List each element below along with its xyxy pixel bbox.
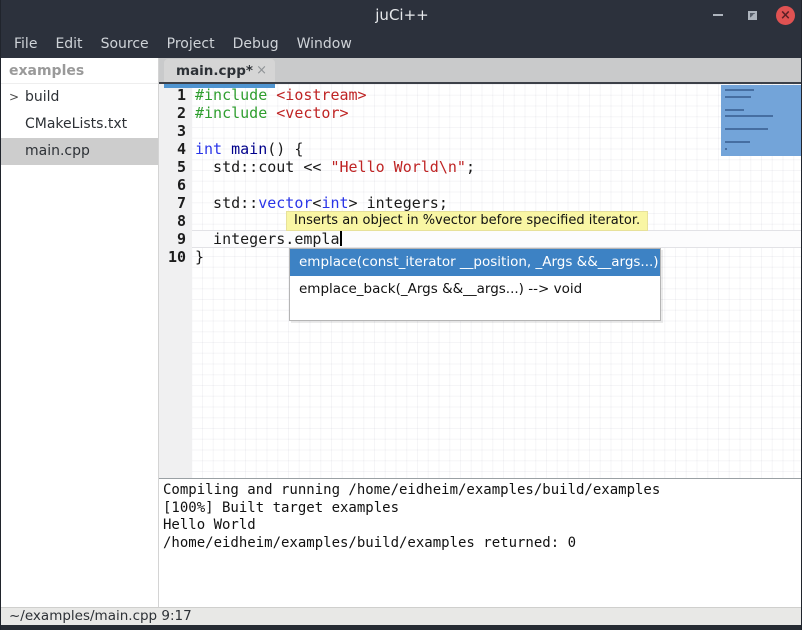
tab-bar: main.cpp* × [159, 58, 802, 84]
restore-icon [748, 11, 757, 20]
tab-label: main.cpp* [176, 63, 253, 79]
code-text: std::cout << "Hello World\n"; [192, 158, 802, 176]
code-line-1[interactable]: 1#include <iostream> [159, 86, 802, 104]
code-line-5[interactable]: 5 std::cout << "Hello World\n"; [159, 158, 802, 176]
code-line-3[interactable]: 3 [159, 122, 802, 140]
line-number: 10 [159, 248, 192, 266]
tab-main-cpp[interactable]: main.cpp* × [164, 59, 275, 82]
tree-item-label: main.cpp [25, 143, 90, 159]
code-text [192, 176, 802, 194]
status-file-position: ~/examples/main.cpp 9:17 [9, 608, 192, 624]
active-tab-indicator [164, 84, 275, 88]
minimap-overview[interactable] [721, 85, 802, 156]
minimize-button[interactable] [708, 5, 728, 25]
main-area: main.cpp* × 1#include <iostream>2#includ… [159, 58, 802, 607]
code-line-2[interactable]: 2#include <vector> [159, 104, 802, 122]
tree-item-main-cpp[interactable]: main.cpp [1, 138, 158, 165]
line-number: 7 [159, 194, 192, 212]
code-text: std::vector<int> integers; [192, 194, 802, 212]
text-cursor [340, 231, 342, 246]
code-text: #include <iostream> [192, 86, 802, 104]
project-name: examples [1, 58, 158, 84]
line-number: 9 [159, 230, 192, 248]
minimap-code-line [725, 148, 727, 150]
tab-close-icon[interactable]: × [256, 63, 267, 78]
file-tree-panel[interactable]: examples > build CMakeLists.txt main.cpp [1, 58, 159, 607]
close-button[interactable]: × [776, 6, 795, 25]
build-terminal[interactable]: Compiling and running /home/eidheim/exam… [159, 479, 802, 607]
restore-button[interactable] [742, 5, 762, 25]
tree-item-label: build [25, 89, 59, 105]
window-bottom-border [1, 625, 802, 630]
autocomplete-item-emplace[interactable]: emplace(const_iterator __position, _Args… [290, 249, 660, 276]
tree-item-label: CMakeLists.txt [25, 116, 127, 132]
code-text: #include <vector> [192, 104, 802, 122]
minimap-code-line [725, 115, 773, 117]
line-number: 5 [159, 158, 192, 176]
code-text [192, 122, 802, 140]
line-number: 8 [159, 212, 192, 230]
menu-debug[interactable]: Debug [224, 32, 288, 56]
window-controls: × [708, 0, 795, 30]
line-number: 4 [159, 140, 192, 158]
terminal-line: Compiling and running /home/eidheim/exam… [163, 482, 802, 500]
autocomplete-popup: emplace(const_iterator __position, _Args… [289, 248, 661, 321]
status-bar: ~/examples/main.cpp 9:17 [1, 607, 802, 625]
minimap-code-line [725, 141, 750, 143]
line-number: 6 [159, 176, 192, 194]
terminal-line: Hello World [163, 517, 802, 535]
minimap-code-line [725, 128, 768, 130]
menu-source[interactable]: Source [92, 32, 158, 56]
terminal-line: [100%] Built target examples [163, 500, 802, 518]
code-text: int main() { [192, 140, 802, 158]
doc-tooltip: Inserts an object in %vector before spec… [286, 211, 648, 231]
juci-window: juCi++ × File Edit Source Project Debug … [0, 0, 802, 630]
code-lines: 1#include <iostream>2#include <vector>34… [159, 86, 802, 266]
minimap-code-line [725, 109, 744, 111]
code-line-6[interactable]: 6 [159, 176, 802, 194]
line-number: 2 [159, 104, 192, 122]
window-title: juCi++ [375, 6, 428, 24]
tree-item-build[interactable]: > build [1, 84, 158, 111]
code-line-4[interactable]: 4int main() { [159, 140, 802, 158]
minimap-code-line [725, 89, 754, 91]
menu-edit[interactable]: Edit [46, 32, 91, 56]
menubar: File Edit Source Project Debug Window [1, 30, 802, 58]
code-line-9[interactable]: 9 integers.empla [159, 230, 802, 248]
titlebar[interactable]: juCi++ × [1, 0, 802, 30]
line-number: 1 [159, 86, 192, 104]
line-number: 3 [159, 122, 192, 140]
terminal-line: /home/eidheim/examples/build/examples re… [163, 535, 802, 553]
minimize-icon [713, 14, 723, 16]
menu-file[interactable]: File [5, 32, 46, 56]
tree-item-cmakelists[interactable]: CMakeLists.txt [1, 111, 158, 138]
close-icon: × [780, 8, 791, 23]
menu-window[interactable]: Window [288, 32, 361, 56]
autocomplete-item-emplace-back[interactable]: emplace_back(_Args &&__args...) --> void [290, 276, 660, 303]
minimap-code-line [725, 96, 751, 98]
code-text: integers.empla [192, 230, 802, 248]
code-line-7[interactable]: 7 std::vector<int> integers; [159, 194, 802, 212]
chevron-right-icon[interactable]: > [9, 84, 19, 111]
menu-project[interactable]: Project [158, 32, 224, 56]
